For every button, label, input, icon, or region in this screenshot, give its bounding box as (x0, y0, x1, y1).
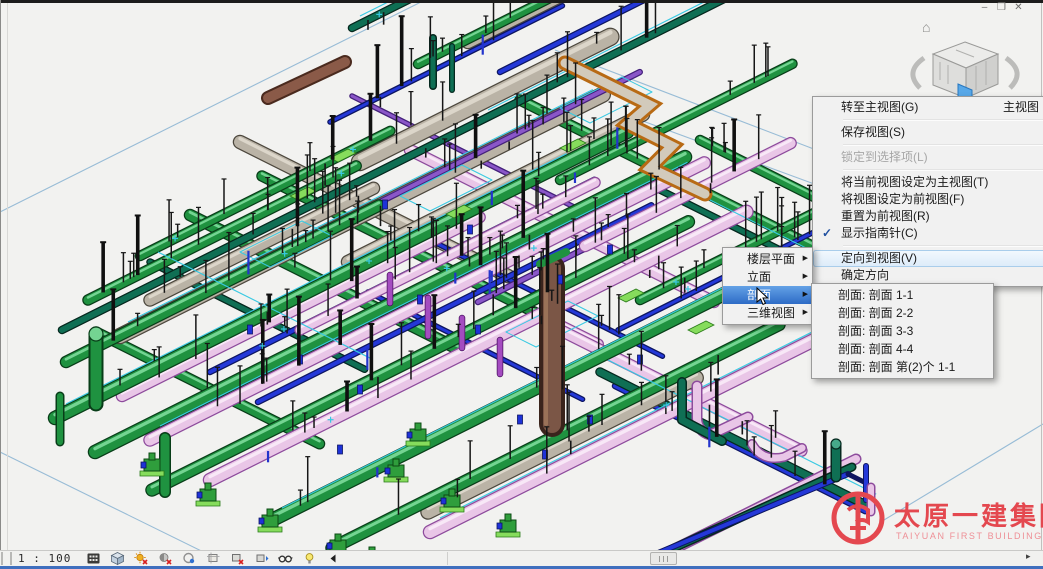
menu-item-label: 剖面: 剖面 4-4 (838, 342, 913, 356)
menu-item-label: 三维视图 (747, 306, 795, 320)
checkmark-icon: ✓ (817, 225, 837, 242)
lock-3d-view-icon[interactable] (254, 551, 269, 566)
menu-item-label: 锁定到选择项(L) (841, 150, 928, 164)
collapse-arrow-icon[interactable] (326, 551, 341, 566)
window-top-edge (0, 0, 1043, 3)
view-control-bar: 1 : 100 ▸ (0, 550, 1043, 566)
statusbar-grip (1, 552, 12, 565)
menu-item-determine-orientation[interactable]: 确定方向 (813, 267, 1043, 284)
reveal-hidden-icon[interactable] (302, 551, 317, 566)
window-controls: –❐✕ (976, 2, 1027, 13)
sections-submenu: 剖面: 剖面 1-1 剖面: 剖面 2-2 剖面: 剖面 3-3 剖面: 剖面 4-4… (811, 283, 994, 379)
menu-item-save-view[interactable]: 保存视图(S) (813, 124, 1043, 141)
menu-item-label: 重置为前视图(R) (841, 209, 930, 223)
menu-item-label: 确定方向 (841, 268, 889, 282)
menu-item-label: 保存视图(S) (841, 125, 905, 139)
menu-item-reset-to-front[interactable]: 重置为前视图(R) (813, 208, 1043, 225)
minimize-button[interactable]: – (976, 2, 993, 13)
submenu-item-section-4-4[interactable]: 剖面: 剖面 4-4 (812, 340, 993, 358)
menu-item-label: 将视图设定为前视图(F) (841, 192, 964, 206)
menu-item-set-view-as-front[interactable]: 将视图设定为前视图(F) (813, 191, 1043, 208)
menu-item-orient-to-view[interactable]: 定向到视图(V) (813, 250, 1043, 267)
horizontal-scrollbar-thumb[interactable] (650, 552, 677, 565)
crop-view-icon[interactable] (206, 551, 221, 566)
submenu-arrow-icon: ▶ (803, 304, 808, 322)
menu-item-lock-to-selection[interactable]: 锁定到选择项(L) (813, 149, 1043, 166)
menu-separator (843, 169, 1043, 170)
temporary-hide-isolate-icon[interactable] (278, 551, 293, 566)
submenu-item-section-1-1[interactable]: 剖面: 剖面 1-1 (812, 286, 993, 304)
submenu-arrow-icon: ▶ (803, 268, 808, 286)
menu-separator (843, 119, 1043, 120)
menu-item-right-label: 主视图 (1003, 99, 1039, 116)
menu-item-go-to-home-view[interactable]: 主视图 转至主视图(G) (813, 99, 1043, 116)
menu-item-label: 剖面: 剖面 2-2 (838, 306, 913, 320)
menu-item-label: 立面 (747, 270, 771, 284)
menu-item-label: 定向到视图(V) (841, 251, 917, 265)
submenu-item-section-2nd-1-1[interactable]: 剖面: 剖面 第(2)个 1-1 (812, 358, 993, 376)
watermark-title: 太原一建集团 (894, 496, 1043, 533)
view-context-menu: 主视图 转至主视图(G) 保存视图(S) 锁定到选择项(L) 将当前视图设定为主视图(T… (812, 96, 1043, 287)
application-window: –❐✕ ⌂ 太原一建集团 TAIYUAN FIRST BUILDING GROU… (0, 0, 1043, 569)
window-left-edge (0, 0, 1, 569)
scrollbar-right-arrow[interactable]: ▸ (1026, 551, 1031, 562)
scrollbar-divider (447, 552, 448, 565)
detail-level-icon[interactable] (86, 551, 101, 566)
restore-button[interactable]: ❐ (993, 2, 1010, 13)
watermark-subtitle: TAIYUAN FIRST BUILDING GROUP (896, 531, 1043, 541)
window-left-edge-inner (7, 3, 8, 551)
home-icon[interactable]: ⌂ (922, 19, 930, 35)
submenu-item-elevations[interactable]: 立面 ▶ (723, 268, 812, 286)
menu-item-label: 将当前视图设定为主视图(T) (841, 175, 988, 189)
mouse-cursor (756, 287, 770, 307)
menu-item-label: 转至主视图(G) (841, 100, 918, 114)
orient-to-view-submenu: 楼层平面▶立面▶剖面▶三维视图▶ (722, 247, 813, 325)
sun-path-icon[interactable] (134, 551, 149, 566)
watermark: 太原一建集团 TAIYUAN FIRST BUILDING GROUP (828, 488, 1043, 550)
view-scale-button[interactable]: 1 : 100 (18, 552, 71, 565)
menu-item-label: 楼层平面 (747, 252, 795, 266)
menu-item-show-compass[interactable]: ✓ 显示指南针(C) (813, 225, 1043, 242)
submenu-arrow-icon: ▶ (803, 250, 808, 268)
menu-item-label: 显示指南针(C) (841, 226, 918, 240)
viewcube-rotate-right-arrow[interactable] (1006, 58, 1017, 88)
view-control-icons (86, 551, 341, 566)
crop-region-icon[interactable] (230, 551, 245, 566)
menu-separator (843, 245, 1043, 246)
submenu-item-floor-plans[interactable]: 楼层平面 ▶ (723, 250, 812, 268)
close-button[interactable]: ✕ (1010, 2, 1027, 13)
menu-item-label: 剖面: 剖面 1-1 (838, 288, 913, 302)
viewcube-rotate-left-arrow[interactable] (913, 58, 924, 88)
submenu-item-section-3-3[interactable]: 剖面: 剖面 3-3 (812, 322, 993, 340)
viewcube[interactable]: ⌂ (898, 10, 1038, 110)
submenu-arrow-icon: ▶ (803, 286, 808, 304)
menu-item-label: 剖面: 剖面 第(2)个 1-1 (838, 360, 955, 374)
menu-item-label: 剖面: 剖面 3-3 (838, 324, 913, 338)
visual-style-icon[interactable] (110, 551, 125, 566)
menu-separator (843, 144, 1043, 145)
menu-item-set-current-view-as-home[interactable]: 将当前视图设定为主视图(T) (813, 174, 1043, 191)
submenu-item-section-2-2[interactable]: 剖面: 剖面 2-2 (812, 304, 993, 322)
watermark-logo (828, 488, 890, 550)
rendering-icon[interactable] (182, 551, 197, 566)
shadows-icon[interactable] (158, 551, 173, 566)
